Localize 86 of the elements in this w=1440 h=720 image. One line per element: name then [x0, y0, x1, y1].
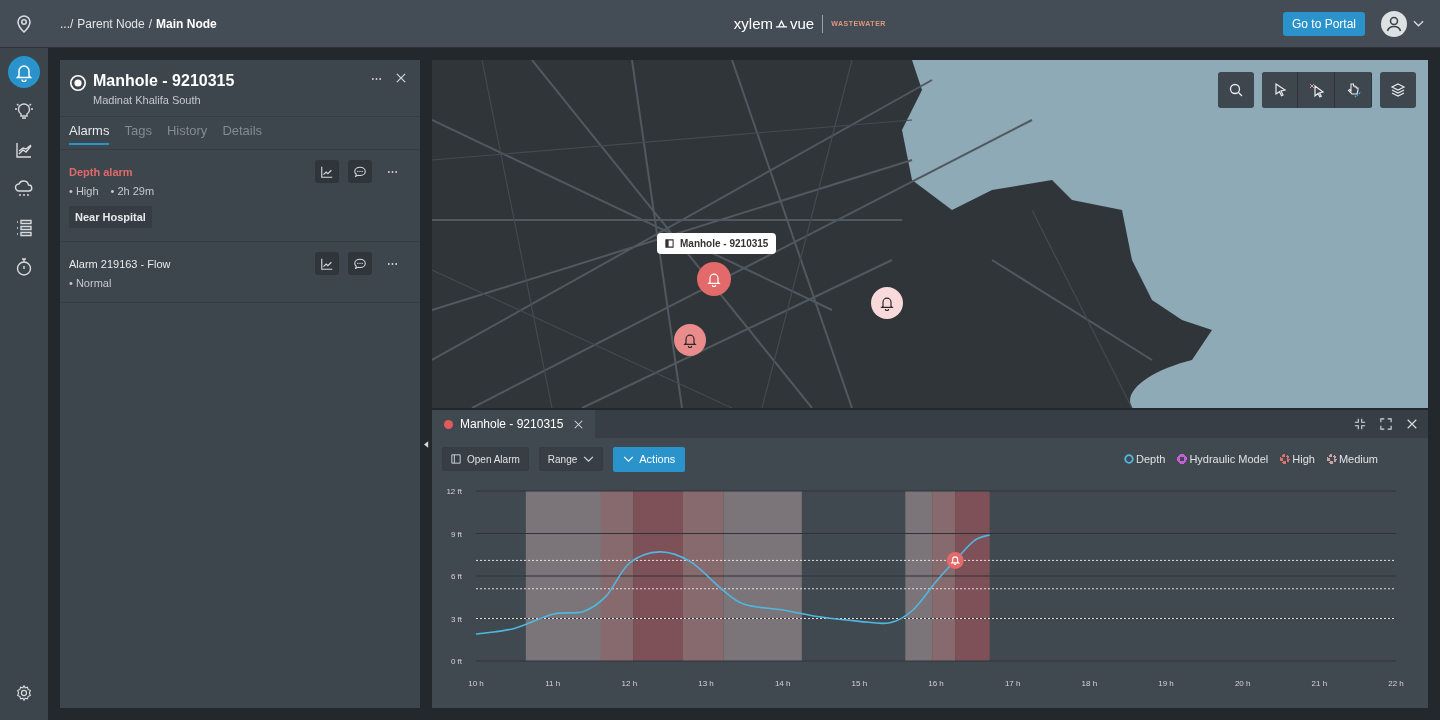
alarm-meta: • Normal	[69, 277, 112, 289]
chevron-down-icon[interactable]	[1413, 19, 1424, 28]
range-dropdown[interactable]: Range	[538, 447, 604, 471]
search-icon	[1228, 82, 1244, 98]
panel-title: Manhole - 9210315	[93, 72, 236, 90]
alarm-title[interactable]: Alarm 219163 - Flow	[69, 257, 306, 270]
comment-icon	[353, 164, 367, 179]
alarm-meta: • 2h 29m	[110, 185, 155, 197]
line-chart-icon	[320, 164, 334, 179]
comment-icon	[353, 256, 367, 271]
y-axis-label: 3 ft	[450, 614, 462, 624]
breadcrumb-item: Main Node	[156, 16, 217, 31]
lightbulb-icon	[14, 101, 34, 121]
chevron-down-icon	[623, 455, 635, 463]
y-axis-label: 12 ft	[446, 487, 462, 496]
open-alarm-button[interactable]: Open Alarm	[442, 447, 529, 471]
radio-target-icon	[69, 74, 87, 92]
legend-item[interactable]: Medium	[1326, 453, 1378, 465]
layers-button[interactable]	[1380, 72, 1416, 108]
x-axis-label: 11 h	[545, 679, 561, 688]
x-axis-label: 19 h	[1158, 679, 1174, 688]
x-axis-label: 15 h	[851, 679, 868, 688]
x-axis-label: 22 h	[1388, 679, 1404, 688]
chart-tab[interactable]: Manhole - 9210315	[432, 410, 596, 438]
more-icon[interactable]	[371, 77, 382, 81]
trend-chart-button[interactable]	[315, 160, 339, 183]
close-icon[interactable]	[574, 419, 584, 429]
breadcrumb-item[interactable]: .../	[60, 16, 74, 31]
x-axis-label: 12 h	[621, 679, 638, 688]
more-icon[interactable]	[387, 261, 398, 266]
user-avatar-icon[interactable]	[1381, 10, 1407, 37]
breadcrumb-item[interactable]: /	[148, 16, 153, 31]
bell-icon	[682, 332, 698, 348]
close-icon[interactable]	[1406, 418, 1418, 430]
legend-item[interactable]: High	[1280, 453, 1315, 465]
legend-item[interactable]: Hydraulic Model	[1177, 453, 1269, 465]
comment-button[interactable]	[348, 160, 372, 183]
search-button[interactable]	[1218, 72, 1254, 108]
layers-icon	[1390, 82, 1406, 98]
pointer-cross-icon	[1308, 82, 1325, 98]
x-axis-label: 17 h	[1004, 679, 1021, 688]
x-axis-label: 18 h	[1081, 679, 1098, 688]
settings-icon[interactable]	[15, 684, 33, 702]
panel-subtitle: Madinat Khalifa South	[93, 94, 202, 106]
line-chart-icon	[320, 256, 334, 271]
x-axis-label: 16 h	[928, 679, 944, 688]
trend-chart-button[interactable]	[315, 252, 339, 275]
alarm-point-icon[interactable]	[946, 551, 964, 569]
book-icon	[665, 239, 674, 248]
alarm-tag: Near Hospital	[69, 206, 152, 228]
x-axis-label: 10 h	[468, 679, 484, 688]
close-icon[interactable]	[396, 73, 406, 83]
chart-tab-title: Manhole - 9210315	[460, 417, 564, 431]
x-axis-label: 13 h	[698, 679, 714, 688]
panel-tab[interactable]: Alarms	[69, 123, 110, 145]
chevron-down-icon	[583, 455, 595, 463]
bell-icon	[706, 271, 722, 287]
x-axis-label: 21 h	[1311, 679, 1328, 688]
more-icon[interactable]	[387, 169, 398, 174]
legend-item[interactable]: Depth	[1124, 453, 1166, 465]
comment-button[interactable]	[348, 252, 372, 275]
select-pointer-button[interactable]	[1262, 72, 1298, 108]
x-axis-label: 14 h	[774, 679, 791, 688]
fullscreen-icon[interactable]	[1380, 418, 1392, 430]
y-axis-label: 9 ft	[450, 529, 462, 539]
breadcrumb-item[interactable]: Parent Node	[77, 16, 145, 31]
panel-icon	[451, 454, 461, 464]
collapse-handle-icon[interactable]	[424, 440, 429, 448]
rain-cloud-icon	[14, 179, 34, 199]
stopwatch-icon	[14, 257, 34, 277]
tooltip-text: Manhole - 9210315	[680, 238, 769, 249]
x-axis-label: 20 h	[1234, 679, 1251, 688]
y-axis-label: 6 ft	[450, 572, 462, 581]
y-axis-label: 0 ft	[450, 657, 462, 666]
logo-text: vue	[790, 15, 815, 32]
location-pin-icon[interactable]	[14, 13, 34, 34]
bell-icon	[879, 295, 895, 311]
logo-mark-icon	[775, 18, 788, 29]
bell-icon	[14, 62, 34, 82]
line-chart-icon	[14, 140, 34, 160]
hand-pointer-icon	[1345, 82, 1362, 98]
minimize-icon[interactable]	[1354, 418, 1366, 430]
list-icon	[14, 218, 34, 238]
alarm-meta: • High	[69, 185, 99, 197]
logo-text: xylem	[733, 15, 773, 32]
sidebar-item[interactable]	[8, 56, 40, 88]
